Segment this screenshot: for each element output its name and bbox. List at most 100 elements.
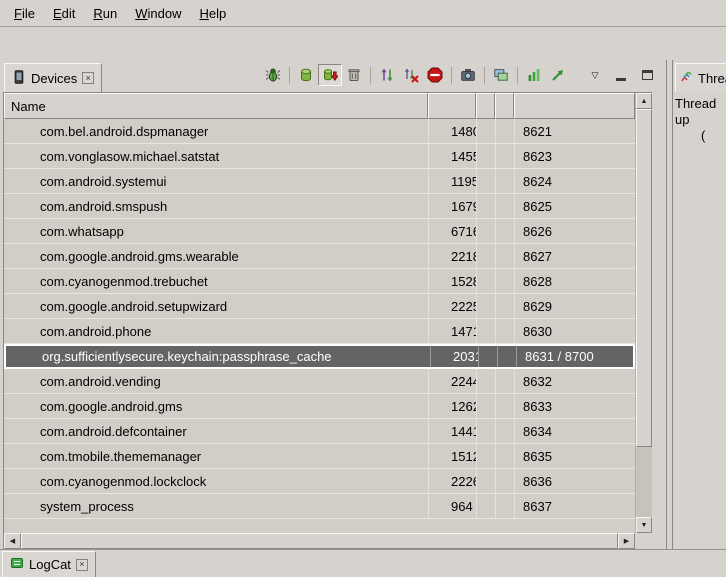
table-row[interactable]: com.google.android.gms 12623 8633 <box>4 394 635 419</box>
menu-help[interactable]: Help <box>190 3 235 24</box>
update-heap-button[interactable] <box>294 64 318 86</box>
expand-tree-button[interactable] <box>546 64 570 86</box>
column-header-empty-1[interactable] <box>476 93 495 119</box>
stop-process-button[interactable] <box>423 64 447 86</box>
column-header-port[interactable] <box>514 93 635 119</box>
process-name-cell: com.bel.android.dspmanager <box>4 119 428 143</box>
threads-message-line2: ( <box>675 128 726 144</box>
tab-logcat[interactable]: LogCat × <box>2 551 96 577</box>
table-row[interactable]: com.android.systemui 1195 8624 <box>4 169 635 194</box>
menu-bar: File Edit Run Window Help <box>0 0 726 27</box>
table-row[interactable]: com.tmobile.thememanager 1512 8635 <box>4 444 635 469</box>
menu-edit[interactable]: Edit <box>44 3 84 24</box>
screen-capture-button[interactable] <box>456 64 480 86</box>
close-icon[interactable]: × <box>76 559 88 571</box>
process-pid-cell: 964 <box>428 494 476 518</box>
empty-cell <box>495 144 514 168</box>
process-name-cell: com.cyanogenmod.trebuchet <box>4 269 428 293</box>
table-row[interactable]: com.android.smspush 1679 8625 <box>4 194 635 219</box>
scroll-right-button[interactable]: ▶ <box>618 533 635 549</box>
column-header-empty-2[interactable] <box>495 93 514 119</box>
devices-tab-bar: Devices × <box>0 60 666 92</box>
process-pid-cell: 20311 <box>430 346 478 367</box>
empty-cell <box>495 319 514 343</box>
tab-threads[interactable]: Threads <box>675 63 726 92</box>
empty-cell <box>476 244 495 268</box>
empty-cell <box>495 244 514 268</box>
column-header-pid[interactable] <box>428 93 476 119</box>
system-info-button[interactable] <box>522 64 546 86</box>
dump-hprof-icon <box>322 67 338 83</box>
horizontal-scrollbar[interactable]: ◀ ▶ <box>4 533 635 549</box>
process-pid-cell: 1195 <box>428 169 476 193</box>
minimize-icon <box>616 78 626 81</box>
process-port-cell: 8637 <box>514 494 635 518</box>
process-pid-cell: 1471 <box>428 319 476 343</box>
stop-method-profiling-button[interactable] <box>399 64 423 86</box>
table-row[interactable]: com.bel.android.dspmanager 1480 8621 <box>4 119 635 144</box>
menu-window[interactable]: Window <box>126 3 190 24</box>
empty-cell <box>495 369 514 393</box>
table-row[interactable]: org.sufficientlysecure.keychain:passphra… <box>4 344 635 369</box>
process-pid-cell: 22265 <box>428 469 476 493</box>
table-row[interactable]: com.android.defcontainer 14411 8634 <box>4 419 635 444</box>
process-port-cell: 8631 / 8700 <box>516 346 633 367</box>
tab-devices[interactable]: Devices × <box>4 63 102 92</box>
process-port-cell: 8625 <box>514 194 635 218</box>
view-menu-button[interactable]: ▽ <box>586 65 604 85</box>
right-arrow-icon: ▶ <box>624 537 629 545</box>
up-arrow-icon: ▲ <box>641 98 648 105</box>
table-row[interactable]: com.android.phone 1471 8630 <box>4 319 635 344</box>
empty-cell <box>476 444 495 468</box>
table-row[interactable]: com.android.vending 22440 8632 <box>4 369 635 394</box>
threads-icon <box>680 70 694 87</box>
process-port-cell: 8636 <box>514 469 635 493</box>
empty-cell <box>495 219 514 243</box>
toolbar-separator <box>451 67 452 84</box>
camera-icon <box>460 67 476 83</box>
table-row[interactable]: com.google.android.setupwizard 22250 862… <box>4 294 635 319</box>
table-row[interactable]: com.cyanogenmod.lockclock 22265 8636 <box>4 469 635 494</box>
maximize-button[interactable] <box>638 65 656 85</box>
process-pid-cell: 22250 <box>428 294 476 318</box>
vertical-scrollbar-thumb[interactable] <box>636 109 652 447</box>
menu-run[interactable]: Run <box>84 3 126 24</box>
scroll-down-button[interactable]: ▼ <box>636 517 652 533</box>
tab-devices-label: Devices <box>31 71 77 86</box>
empty-cell <box>476 194 495 218</box>
dump-hprof-button[interactable] <box>318 64 342 86</box>
empty-cell <box>495 444 514 468</box>
table-row[interactable]: system_process 964 8637 <box>4 494 635 519</box>
empty-cell <box>495 494 514 518</box>
process-name-cell: com.android.vending <box>4 369 428 393</box>
menu-file[interactable]: File <box>5 3 44 24</box>
column-header-name[interactable]: Name <box>4 93 428 119</box>
close-icon[interactable]: × <box>82 72 94 84</box>
table-row[interactable]: com.cyanogenmod.trebuchet 1528 8628 <box>4 269 635 294</box>
process-table: Name com.bel.android.dspmanager 1480 862… <box>3 92 652 549</box>
horizontal-scrollbar-thumb[interactable] <box>21 533 618 549</box>
process-port-cell: 8628 <box>514 269 635 293</box>
devices-view: Devices × <box>0 60 667 549</box>
process-name-cell: com.google.android.setupwizard <box>4 294 428 318</box>
view-window-controls: ▽ <box>586 65 656 85</box>
table-row[interactable]: com.google.android.gms.wearable 22185 86… <box>4 244 635 269</box>
update-threads-button[interactable] <box>375 64 399 86</box>
process-pid-cell: 1480 <box>428 119 476 143</box>
table-row[interactable]: com.vonglasow.michael.satstat 14553 8623 <box>4 144 635 169</box>
vertical-scrollbar[interactable]: ▲ ▼ <box>635 93 652 533</box>
left-arrow-icon: ◀ <box>10 537 15 545</box>
empty-cell <box>476 419 495 443</box>
empty-cell <box>495 394 514 418</box>
scroll-left-button[interactable]: ◀ <box>4 533 21 549</box>
process-port-cell: 8632 <box>514 369 635 393</box>
debug-process-button[interactable] <box>261 64 285 86</box>
minimize-button[interactable] <box>612 65 630 85</box>
cause-gc-button[interactable] <box>342 64 366 86</box>
scroll-up-button[interactable]: ▲ <box>636 93 652 109</box>
process-name-cell: org.sufficientlysecure.keychain:passphra… <box>6 346 430 367</box>
toolbar-separator <box>370 67 371 84</box>
table-row[interactable]: com.whatsapp 6716 8626 <box>4 219 635 244</box>
empty-cell <box>476 269 495 293</box>
frame-capture-button[interactable] <box>489 64 513 86</box>
